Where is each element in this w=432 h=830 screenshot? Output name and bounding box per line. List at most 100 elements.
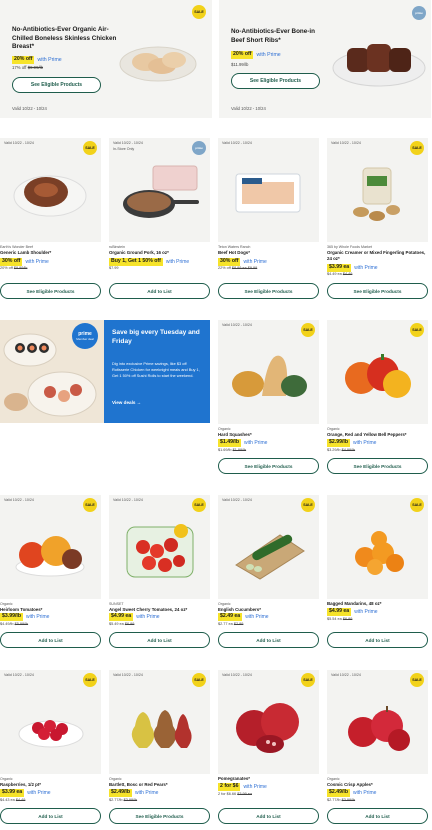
deal-line: $2.49/lb with Prime xyxy=(109,789,159,797)
sushi-platter-image: prime Member deal xyxy=(0,320,104,423)
regular-price: $3.29/lb $4.99/lb xyxy=(327,448,356,452)
regular-price: $2.77 ea $2.99 xyxy=(218,622,244,626)
product-image-area: Valid 10/22 - 10/24 SALE xyxy=(0,138,101,242)
product-name: Generic Lamb Shoulder* xyxy=(0,250,52,255)
product-name: Pomegranates* xyxy=(218,776,250,781)
regular-price: 22% off $8.99 ea $9.99 xyxy=(218,266,258,270)
add-to-list-button[interactable]: Add to List xyxy=(109,632,210,648)
deal-line: Buy 1, Get 1 50% off with Prime xyxy=(109,258,190,266)
promo-title: Save big every Tuesday and Friday xyxy=(112,329,200,346)
deal-line: 30% off with Prime xyxy=(218,258,267,266)
product-image-area: Valid 10/22 - 10/24 SALE xyxy=(327,670,428,774)
see-eligible-products-button[interactable]: See Eligible Products xyxy=(327,283,428,299)
deal-line: $3.99 ea with Prime xyxy=(0,789,51,797)
sale-badge: SALE xyxy=(83,498,97,512)
deal-line: 30% off with Prime xyxy=(0,258,49,266)
in-store-only-label: In-Store Only xyxy=(113,147,135,151)
view-deals-link[interactable]: View deals → xyxy=(112,400,141,405)
sale-badge: SALE xyxy=(83,673,97,687)
heirloom-tomatoes-image xyxy=(15,536,85,577)
see-eligible-products-button[interactable]: See Eligible Products xyxy=(12,77,101,93)
regular-price: $4.43 ea $4.49 xyxy=(0,798,26,802)
prime-promo-banner[interactable]: prime Member deal Save big every Tuesday… xyxy=(0,320,210,423)
see-eligible-products-button[interactable]: See Eligible Products xyxy=(0,283,101,299)
product-name: Bagged Mandarins, 48 oz* xyxy=(327,601,382,606)
deal-line: $2.99/lb with Prime xyxy=(327,439,377,447)
product-card-pomegranates: Valid 10/22 - 10/24 SALE Pomegranates* 2… xyxy=(218,670,319,830)
product-name: Bartlett, Bosc or Red Pears* xyxy=(109,782,168,787)
product-image-area: Valid 10/22 - 10/24 In-Store Only prime xyxy=(109,138,210,242)
regular-price: $5.54 ea $6.99 xyxy=(327,617,353,621)
add-to-list-button[interactable]: Add to List xyxy=(327,632,428,648)
product-name: Orange, Red and Yellow Bell Peppers* xyxy=(327,432,407,437)
promo-text-panel: Save big every Tuesday and Friday Dig in… xyxy=(104,320,210,423)
squashes-image xyxy=(232,355,307,397)
product-card-heirloom-tomatoes: Valid 10/22 - 10/24 SALE Organic Heirloo… xyxy=(0,495,101,663)
valid-dates: Valid 10/22 - 10/24 xyxy=(231,106,266,111)
add-to-list-button[interactable]: Add to List xyxy=(0,808,101,824)
hero-card-short-ribs: prime No-Antibiotics-Ever Bone-in Beef S… xyxy=(219,0,431,118)
regular-price: $4.49 ea $4.49 xyxy=(327,272,353,276)
raspberries-image xyxy=(18,720,84,748)
product-card-pears: Valid 10/22 - 10/24 SALE Organic Bartlet… xyxy=(109,670,210,830)
cucumbers-image xyxy=(235,534,305,580)
regular-price: $11.99/lb xyxy=(231,62,249,67)
sale-badge: SALE xyxy=(192,5,206,19)
see-eligible-products-button[interactable]: See Eligible Products xyxy=(231,73,320,89)
see-eligible-products-button[interactable]: See Eligible Products xyxy=(218,283,319,299)
product-card-hot-dogs: Valid 10/22 - 10/24 Teton Waters Ranch B… xyxy=(218,138,319,306)
product-image-area: SALE xyxy=(327,495,428,599)
deal-line: $3.99 ea with Prime xyxy=(327,264,378,272)
product-card-mandarins: SALE Bagged Mandarins, 48 oz* $4.99 ea w… xyxy=(327,495,428,663)
product-card-cucumbers: Valid 10/22 - 10/24 SALE Organic English… xyxy=(218,495,319,663)
deal-tag: 20% off xyxy=(231,51,254,59)
product-image-area: Valid 10/22 - 10/24 SALE xyxy=(327,138,428,242)
prime-badge: prime xyxy=(192,141,206,155)
add-to-list-button[interactable]: Add to List xyxy=(327,808,428,824)
regular-price: $1.69/lb $1.99/lb xyxy=(218,448,247,452)
product-image-area: Valid 10/22 - 10/24 SALE xyxy=(0,495,101,599)
short-ribs-image xyxy=(332,44,426,87)
product-image-area: Valid 10/22 - 10/24 SALE xyxy=(0,670,101,774)
sale-badge: SALE xyxy=(410,323,424,337)
add-to-list-button[interactable]: Add to List xyxy=(109,283,210,299)
see-eligible-products-button[interactable]: See Eligible Products xyxy=(327,458,428,474)
product-name: Angel Sweet Cherry Tomatoes, 24 oz* xyxy=(109,607,188,612)
product-image-area: Valid 10/22 - 10/24 SALE xyxy=(109,670,210,774)
product-name: Heirloom Tomatoes* xyxy=(0,607,43,612)
hero-title: No-Antibiotics-Ever Bone-in Beef Short R… xyxy=(231,28,315,44)
sale-badge: SALE xyxy=(301,673,315,687)
product-card-ground-pork: Valid 10/22 - 10/24 In-Store Only prime … xyxy=(109,138,210,306)
regular-price: 20% off $9.99/lb xyxy=(0,266,28,270)
sale-badge: SALE xyxy=(410,673,424,687)
sale-badge: SALE xyxy=(192,673,206,687)
mandarins-image xyxy=(355,531,404,575)
product-image-area: Valid 10/22 - 10/24 SALE xyxy=(109,495,210,599)
regular-price: 17% off $9.99/lb xyxy=(12,65,43,70)
deal-line: 2 for $6 with Prime xyxy=(218,783,267,791)
deal-line: $1.49/lb with Prime xyxy=(218,439,268,447)
regular-price: $2.77/lb $3.99/lb xyxy=(109,798,138,802)
hero-title: No-Antibiotics-Ever Organic Air-Chilled … xyxy=(12,26,117,50)
product-card-hard-squashes: Valid 10/22 - 10/24 SALE Organic Hard Sq… xyxy=(218,320,319,488)
potatoes-bag-image xyxy=(353,167,400,221)
prime-label: with Prime xyxy=(37,56,62,63)
sale-badge: SALE xyxy=(410,141,424,155)
pears-image xyxy=(131,710,192,748)
regular-price: 2 for $6.66 $3.99 ea xyxy=(218,792,252,796)
sale-badge: SALE xyxy=(410,498,424,512)
add-to-list-button[interactable]: Add to List xyxy=(218,632,319,648)
deal-line: 20% off with Prime xyxy=(231,51,281,59)
deal-line: $4.99 ea with Prime xyxy=(327,608,378,616)
deal-line: $4.99 ea with Prime xyxy=(109,613,160,621)
prime-label: with Prime xyxy=(256,51,281,58)
add-to-list-button[interactable]: Add to List xyxy=(218,808,319,824)
see-eligible-products-button[interactable]: See Eligible Products xyxy=(109,808,210,824)
see-eligible-products-button[interactable]: See Eligible Products xyxy=(218,458,319,474)
add-to-list-button[interactable]: Add to List xyxy=(0,632,101,648)
regular-price: $7.99 xyxy=(109,266,119,270)
product-card-lamb: Valid 10/22 - 10/24 SALE Earth's Wonder … xyxy=(0,138,101,306)
apples-image xyxy=(348,706,410,751)
regular-price: $4.49/lb $5.99/lb xyxy=(0,622,29,626)
product-name: Hard Squashes* xyxy=(218,432,252,437)
